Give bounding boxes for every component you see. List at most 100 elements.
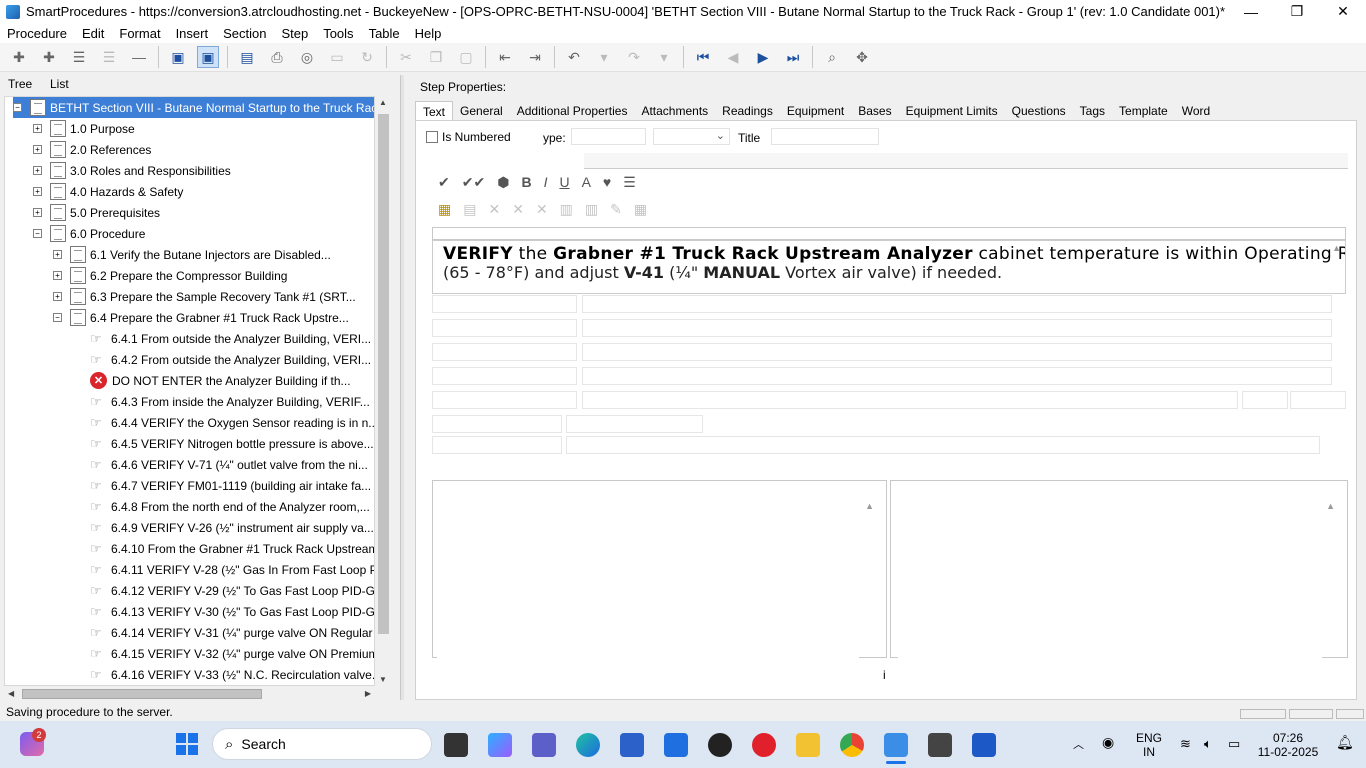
tree-node[interactable]: ☞ 6.4.14 VERIFY V-31 (¼" purge valve ON R… [73, 622, 374, 643]
tree-horizontal-scrollbar[interactable]: ◀ ▶ [4, 686, 375, 702]
collapse-icon[interactable]: − [33, 229, 42, 238]
table-row-icon[interactable]: ▤ [463, 201, 476, 218]
editor-scroll-up-icon[interactable]: ▲ [1332, 243, 1341, 253]
scroll-right-icon[interactable]: ▶ [365, 689, 371, 698]
property-value-cell[interactable] [566, 436, 1320, 454]
language-indicator[interactable]: ENG IN [1136, 731, 1162, 759]
opera-icon[interactable] [752, 733, 776, 757]
tab-questions[interactable]: Questions [1005, 101, 1073, 121]
tree-node[interactable]: ☞ 6.4.8 From the north end of the Analyze… [73, 496, 370, 517]
menu-help[interactable]: Help [415, 26, 442, 41]
menu-edit[interactable]: Edit [82, 26, 104, 41]
expand-icon[interactable]: + [33, 166, 42, 175]
tab-equipment[interactable]: Equipment [780, 101, 851, 121]
property-value-cell[interactable] [582, 343, 1332, 361]
outdent-icon[interactable]: ⇤ [494, 46, 516, 68]
tab-bases[interactable]: Bases [851, 101, 898, 121]
expand-icon[interactable]: + [33, 124, 42, 133]
tab-word[interactable]: Word [1175, 101, 1217, 121]
double-check-icon[interactable]: ✔✔ [462, 174, 485, 191]
type-input[interactable] [571, 128, 646, 145]
tree-node[interactable]: ☞ 6.4.15 VERIFY V-32 (¼" purge valve ON P… [73, 643, 374, 664]
vscode-icon[interactable] [664, 733, 688, 757]
volume-icon[interactable]: 🔈︎ [1204, 736, 1212, 752]
tree-node[interactable]: − 6.4 Prepare the Grabner #1 Truck Rack U… [53, 307, 349, 328]
title-input[interactable] [771, 128, 879, 145]
save-all-icon[interactable]: ▣ [167, 46, 189, 68]
tree-node[interactable]: ☞ 6.4.9 VERIFY V-26 (½" instrument air su… [73, 517, 374, 538]
word-icon[interactable] [972, 733, 996, 757]
save-icon[interactable]: ▣ [197, 46, 219, 68]
property-label-cell[interactable] [432, 343, 577, 361]
chrome-icon[interactable] [840, 733, 864, 757]
menu-section[interactable]: Section [223, 26, 266, 41]
paste-icon[interactable]: ▢ [455, 46, 477, 68]
property-label-cell[interactable] [432, 295, 577, 313]
type-dropdown[interactable]: ⌄ [653, 128, 730, 145]
tab-tags[interactable]: Tags [1073, 101, 1112, 121]
copilot-icon[interactable] [488, 733, 512, 757]
property-value-cell[interactable] [1290, 391, 1346, 409]
print-icon[interactable]: ⎙ [266, 46, 288, 68]
tree-node[interactable]: +4.0 Hazards & Safety [33, 181, 183, 202]
delete-col-icon[interactable]: ✕ [512, 201, 524, 218]
expand-icon[interactable]: + [53, 250, 62, 259]
table-props-icon[interactable]: ▦ [634, 201, 647, 218]
tree-hscroll-thumb[interactable] [22, 689, 262, 699]
property-label-cell[interactable] [432, 415, 562, 433]
undo-icon[interactable]: ↶ [563, 46, 585, 68]
notes-box-right-inner[interactable] [898, 496, 1322, 696]
tree-node[interactable]: ☞ 6.4.6 VERIFY V-71 (¼" outlet valve from… [73, 454, 368, 475]
maximize-button[interactable]: ❐ [1274, 0, 1320, 23]
tree-node[interactable]: − BETHT Section VIII - Butane Normal Star… [13, 97, 374, 118]
next-step-icon[interactable]: ▶ [752, 46, 774, 68]
scroll-up-icon[interactable]: ▲ [379, 98, 387, 107]
network-status-icon[interactable]: ◉ [1102, 734, 1114, 751]
first-step-icon[interactable]: ⏮ [692, 46, 714, 68]
property-value-cell[interactable] [582, 319, 1332, 337]
property-label-cell[interactable] [432, 436, 562, 454]
tree-node[interactable]: +5.0 Prerequisites [33, 202, 160, 223]
add-subitem-icon[interactable]: ✚ [38, 46, 60, 68]
property-label-cell[interactable] [432, 367, 577, 385]
task-view-icon[interactable] [444, 733, 468, 757]
remove-icon[interactable]: — [128, 46, 150, 68]
merge-cells-icon[interactable]: ▥ [560, 201, 573, 218]
tree-node[interactable]: ☞ 6.4.7 VERIFY FM01-1119 (building air in… [73, 475, 371, 496]
file-explorer-icon[interactable] [796, 733, 820, 757]
shield-icon[interactable]: ⬢ [497, 174, 509, 191]
tab-equipment-limits[interactable]: Equipment Limits [899, 101, 1005, 121]
tab-list[interactable]: List [50, 77, 69, 91]
property-value-cell[interactable] [582, 367, 1332, 385]
tree-node[interactable]: ☞ 6.4.11 VERIFY V-28 (½" Gas In From Fast… [73, 559, 374, 580]
tab-readings[interactable]: Readings [715, 101, 780, 121]
edge-icon[interactable] [576, 733, 600, 757]
chevron-up-icon[interactable]: ︿ [1073, 736, 1084, 752]
tree-node[interactable]: +2.0 References [33, 139, 151, 160]
previous-step-icon[interactable]: ◀ [722, 46, 744, 68]
panel-splitter[interactable] [400, 75, 404, 700]
tree-node[interactable]: − 6.0 Procedure [33, 223, 145, 244]
edit-icon[interactable]: ✎ [610, 201, 622, 218]
taskbar-search[interactable]: ⌕ Search [212, 728, 432, 760]
expand-icon[interactable]: + [33, 208, 42, 217]
step-text-editor[interactable]: VERIFY the Grabner #1 Truck Rack Upstrea… [432, 240, 1346, 294]
notification-bell-icon[interactable]: 🔔︎ [1336, 734, 1354, 751]
insert-table-icon[interactable]: ▦ [438, 201, 451, 218]
battery-icon[interactable]: ▭ [1228, 736, 1240, 752]
tree-node[interactable]: ✕ DO NOT ENTER the Analyzer Building if t… [73, 370, 351, 391]
windows-start-icon[interactable] [176, 733, 198, 755]
tree-node[interactable]: ☞ 6.4.4 VERIFY the Oxygen Sensor reading … [73, 412, 374, 433]
tree-node[interactable]: ☞ 6.4.12 VERIFY V-29 (½" To Gas Fast Loop… [73, 580, 374, 601]
scroll-left-icon[interactable]: ◀ [8, 689, 14, 698]
indent-icon[interactable]: ⇥ [524, 46, 546, 68]
menu-procedure[interactable]: Procedure [7, 26, 67, 41]
cut-icon[interactable]: ✂ [395, 46, 417, 68]
smartprocedures-icon[interactable] [884, 733, 908, 757]
export-icon[interactable]: ▤ [236, 46, 258, 68]
redo-dropdown-icon[interactable]: ▾ [653, 46, 675, 68]
tab-template[interactable]: Template [1112, 101, 1175, 121]
tree-node[interactable]: ☞ 6.4.13 VERIFY V-30 (½" To Gas Fast Loop… [73, 601, 374, 622]
expand-icon[interactable]: + [33, 187, 42, 196]
tree-node[interactable]: ☞ 6.4.2 From outside the Analyzer Buildin… [73, 349, 371, 370]
